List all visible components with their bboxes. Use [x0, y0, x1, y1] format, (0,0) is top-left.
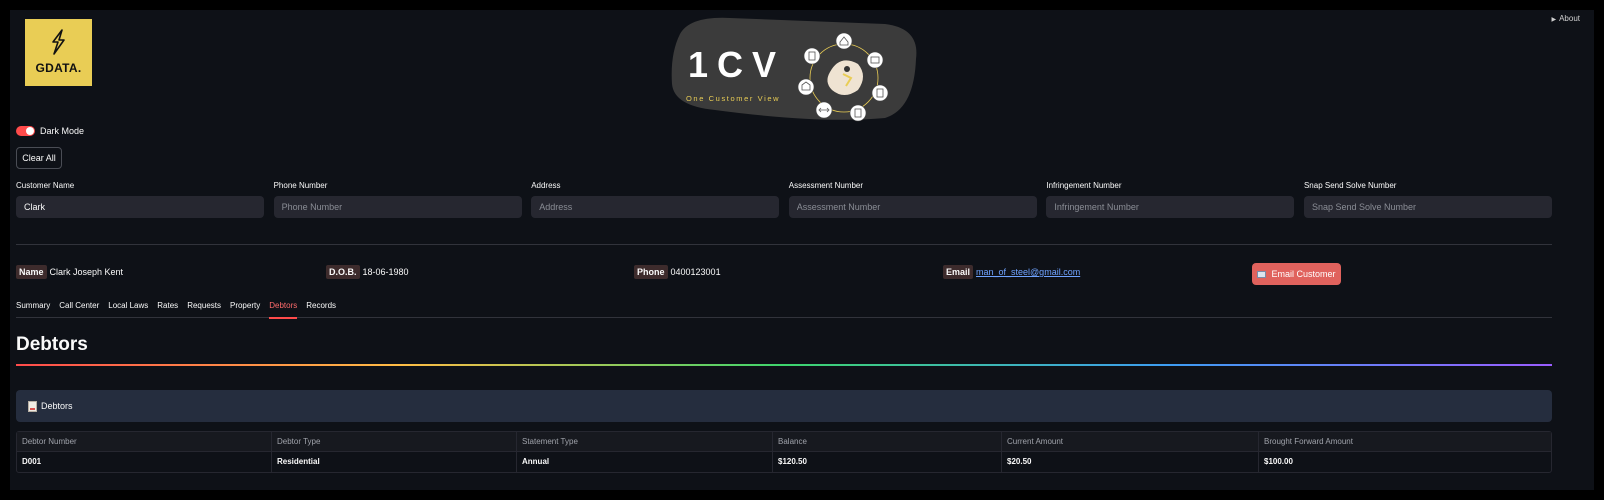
about-menu[interactable]: ▶ About: [1551, 14, 1580, 23]
table-cell: $100.00: [1264, 457, 1293, 466]
tab-rates[interactable]: Rates: [157, 300, 178, 318]
tab-property[interactable]: Property: [230, 300, 260, 318]
field-label: Snap Send Solve Number: [1303, 181, 1397, 190]
table-cell: D001: [17, 452, 272, 472]
customer-info-row: Name Clark Joseph Kent D.O.B. 18-06-1980…: [16, 263, 1552, 285]
customer-name-input[interactable]: [16, 196, 264, 218]
app-window: ▶ About GDATA. 1CV One Customer View Dar…: [10, 10, 1594, 490]
snap-send-solve-input[interactable]: [1303, 196, 1552, 218]
dark-mode-toggle[interactable]: [16, 126, 35, 136]
tab-requests[interactable]: Requests: [187, 300, 221, 318]
column-header[interactable]: Debtor Number: [17, 431, 272, 452]
email-tag: Email: [943, 265, 974, 279]
email-customer-button[interactable]: Email Customer: [1252, 263, 1341, 285]
phone-number-input[interactable]: [273, 196, 522, 218]
table-cell: $20.50: [1002, 452, 1259, 472]
name-tag: Name: [16, 265, 47, 279]
infringement-number-field: Infringement Number: [1046, 181, 1295, 218]
address-field: Address: [531, 181, 780, 218]
table-row: D001 Residential Annual $120.50 $20.50 $…: [17, 452, 1551, 472]
debtors-table: Debtor Number Debtor Type Statement Type…: [16, 431, 1552, 473]
infringement-number-input[interactable]: [1046, 196, 1295, 218]
figure-head-icon: [844, 66, 850, 72]
table-cell: Annual: [517, 452, 773, 472]
dob-info: D.O.B. 18-06-1980: [326, 265, 409, 279]
email-customer-label: Email Customer: [1271, 269, 1336, 279]
clear-all-button[interactable]: Clear All: [16, 147, 62, 169]
divider: [16, 244, 1552, 245]
home-icon: [835, 32, 853, 50]
customer-name-field: Customer Name: [16, 181, 264, 218]
column-header[interactable]: Brought Forward Amount: [1259, 432, 1551, 452]
debtors-info-box: Debtors: [16, 390, 1552, 422]
section-title: Debtors: [16, 334, 88, 355]
document-icon: [871, 84, 889, 102]
envelope-icon: [1257, 270, 1267, 278]
info-box-label: Debtors: [41, 401, 73, 411]
column-header[interactable]: Statement Type: [517, 431, 773, 452]
tab-bar: Summary Call Center Local Laws Rates Req…: [16, 300, 1552, 319]
assessment-number-field: Assessment Number: [788, 181, 1037, 218]
dark-mode-toggle-row: Dark Mode: [16, 126, 84, 136]
email-info: Email man_of_steel@gmail.com: [943, 265, 1080, 279]
triangle-right-icon: ▶: [1551, 17, 1557, 23]
banner-title: 1CV: [688, 44, 785, 85]
field-label: Phone Number: [273, 181, 328, 190]
assessment-number-input[interactable]: [788, 196, 1037, 218]
logo-text: GDATA.: [35, 61, 82, 75]
tab-summary[interactable]: Summary: [16, 300, 50, 318]
field-label: Infringement Number: [1046, 181, 1122, 190]
dark-mode-label: Dark Mode: [40, 126, 85, 136]
phone-info: Phone 0400123001: [634, 265, 721, 279]
one-customer-view-banner: 1CV One Customer View: [671, 17, 917, 122]
bank-icon: [797, 78, 815, 96]
column-header[interactable]: Balance: [773, 431, 1002, 452]
rainbow-divider: [16, 364, 1552, 366]
phone-number-field: Phone Number: [273, 181, 522, 218]
table-cell: Residential: [272, 452, 517, 472]
dob-value: 18-06-1980: [362, 267, 409, 277]
dob-tag: D.O.B.: [326, 265, 360, 279]
column-header[interactable]: Debtor Type: [272, 431, 517, 452]
email-link[interactable]: man_of_steel@gmail.com: [976, 267, 1080, 277]
customer-name-info: Name Clark Joseph Kent: [16, 265, 123, 279]
mail-icon: [866, 51, 884, 69]
address-input[interactable]: [531, 196, 780, 218]
about-label: About: [1559, 14, 1580, 23]
table-cell: $120.50: [773, 452, 1002, 472]
toggle-knob: [26, 127, 34, 135]
tab-debtors[interactable]: Debtors: [269, 300, 298, 319]
tab-call-center[interactable]: Call Center: [59, 300, 99, 318]
search-fields: Customer Name Phone Number Address Asses…: [16, 181, 1552, 218]
banner-tagline: One Customer View: [686, 94, 780, 103]
field-label: Address: [531, 181, 561, 190]
lightning-bolt-icon: [52, 29, 65, 55]
tab-records[interactable]: Records: [306, 300, 336, 318]
column-header[interactable]: Current Amount: [1002, 431, 1259, 452]
gdata-logo: GDATA.: [25, 19, 92, 86]
apartment-icon: [849, 104, 867, 122]
building-icon: [803, 47, 821, 65]
page-icon: [28, 400, 37, 412]
phone-value: 0400123001: [670, 267, 721, 277]
phone-tag: Phone: [634, 265, 668, 279]
table-header: Debtor Number Debtor Type Statement Type…: [17, 431, 1551, 452]
snap-send-solve-field: Snap Send Solve Number: [1303, 181, 1552, 218]
customer-name-value: Clark Joseph Kent: [49, 267, 124, 277]
field-label: Customer Name: [16, 181, 75, 190]
tab-local-laws[interactable]: Local Laws: [108, 300, 148, 318]
field-label: Assessment Number: [788, 181, 864, 190]
